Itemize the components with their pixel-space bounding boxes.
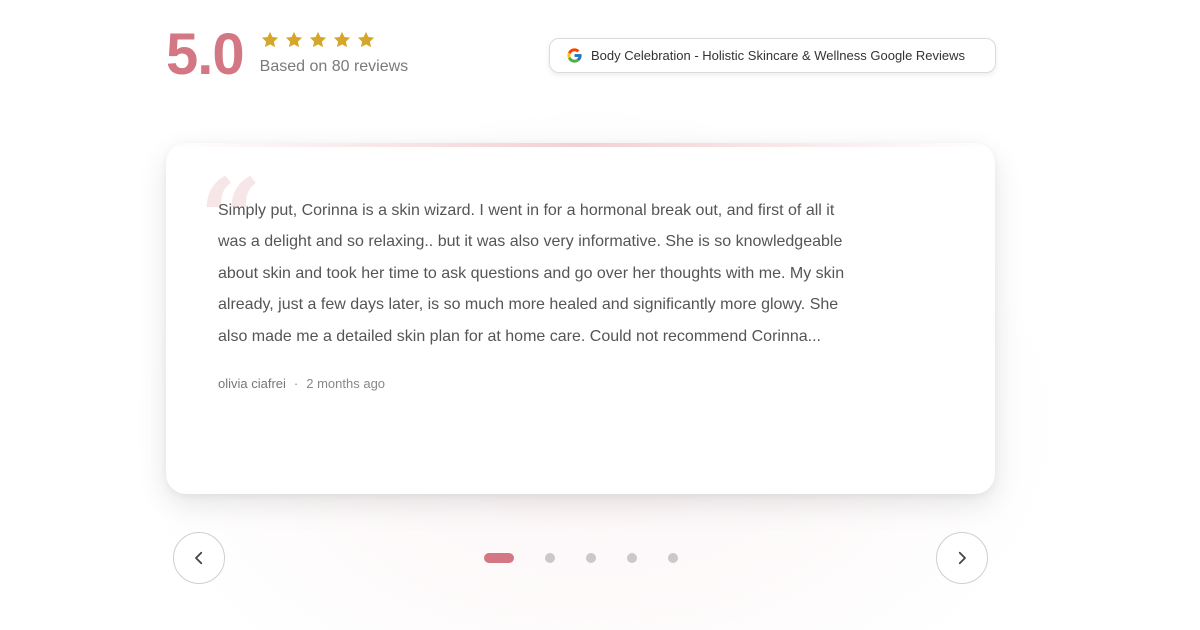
pagination-dot[interactable] (627, 552, 637, 563)
review-meta: olivia ciafrei · 2 months ago (218, 376, 385, 391)
review-author: olivia ciafrei (218, 376, 286, 391)
star-icon (333, 31, 350, 48)
star-icon (261, 31, 278, 48)
google-reviews-link[interactable]: Body Celebration - Holistic Skincare & W… (549, 38, 996, 73)
google-reviews-label: Body Celebration - Holistic Skincare & W… (591, 48, 966, 63)
google-g-icon (567, 48, 582, 63)
chevron-left-icon (195, 551, 203, 565)
carousel-pagination (484, 552, 678, 563)
next-review-button[interactable] (936, 532, 988, 584)
review-text: Simply put, Corinna is a skin wizard. I … (218, 202, 845, 345)
star-icon (357, 31, 374, 48)
star-icon (285, 31, 302, 48)
star-icon (309, 31, 326, 48)
review-count: Based on 80 reviews (259, 58, 409, 75)
pagination-dot[interactable] (668, 552, 678, 563)
review-card: “ Simply put, Corinna is a skin wizard. … (166, 143, 995, 494)
card-accent-line (166, 143, 995, 147)
pagination-dot[interactable] (545, 552, 555, 563)
rating-meta: Based on 80 reviews (259, 24, 409, 76)
pagination-dot-active[interactable] (484, 552, 514, 563)
meta-separator: · (293, 376, 299, 391)
rating-score: 5.0 (166, 22, 245, 87)
chevron-right-icon (958, 551, 966, 565)
review-time: 2 months ago (306, 376, 386, 391)
rating-summary: 5.0 Based on 80 reviews (166, 22, 409, 87)
pagination-dot[interactable] (586, 552, 596, 563)
previous-review-button[interactable] (173, 532, 225, 584)
star-rating (260, 30, 409, 50)
